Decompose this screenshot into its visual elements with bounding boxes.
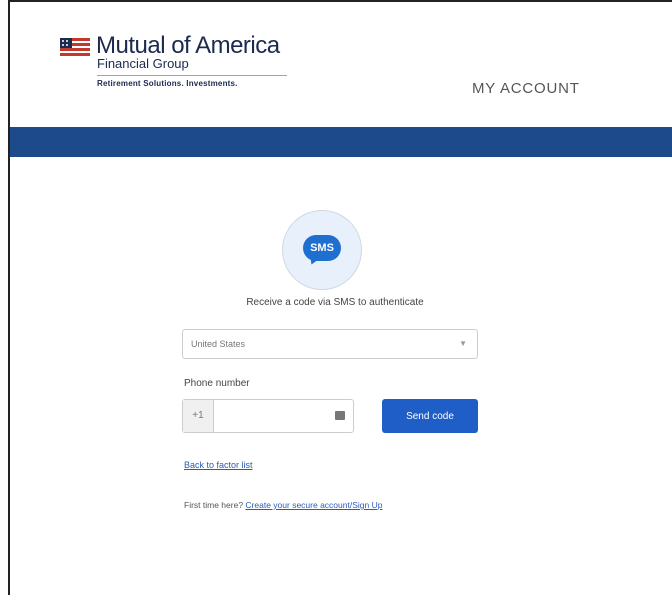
create-account-link[interactable]: Create your secure account/Sign Up <box>245 500 382 510</box>
my-account-title: MY ACCOUNT <box>472 80 580 97</box>
country-code-prefix: +1 <box>183 400 214 432</box>
phone-number-label: Phone number <box>184 378 250 389</box>
first-time-row: First time here? Create your secure acco… <box>184 500 382 510</box>
sms-prompt-text: Receive a code via SMS to authenticate <box>246 297 424 308</box>
first-time-text: First time here? <box>184 500 244 510</box>
brand-tagline: Retirement Solutions. Investments. <box>97 79 238 88</box>
phone-number-input[interactable] <box>214 400 324 432</box>
brand-logo[interactable]: Mutual of America Financial Group Retire… <box>60 34 287 88</box>
login-window: Mutual of America Financial Group Retire… <box>8 0 672 595</box>
country-select-value: United States <box>191 339 246 349</box>
phone-number-field[interactable]: +1 <box>182 399 354 433</box>
contact-card-icon <box>335 411 345 420</box>
back-to-factor-list-link[interactable]: Back to factor list <box>184 460 253 470</box>
flag-icon <box>60 38 90 56</box>
header: Mutual of America Financial Group Retire… <box>10 2 672 127</box>
send-code-button[interactable]: Send code <box>382 399 478 433</box>
brand-name: Mutual of America <box>96 32 280 59</box>
country-select[interactable]: United States ▼ <box>182 329 478 359</box>
sms-icon-circle: SMS <box>282 210 362 290</box>
header-band <box>10 127 672 157</box>
chevron-down-icon: ▼ <box>459 339 467 348</box>
brand-divider <box>97 75 287 76</box>
